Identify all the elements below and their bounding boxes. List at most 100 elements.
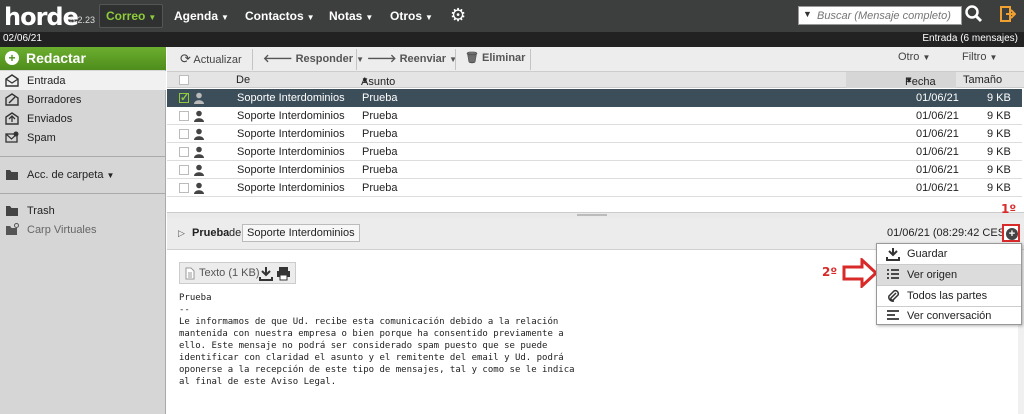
toolbar-separator [252, 49, 253, 70]
sidebar-item-borradores[interactable]: Borradores [0, 90, 166, 109]
reply-arrow-icon: 🡐 [263, 53, 293, 65]
chevron-down-icon: ▼ [306, 13, 315, 22]
search-icon[interactable] [964, 4, 984, 24]
table-row[interactable]: Soporte Interdominios Prueba 01/06/21 9 … [167, 161, 1022, 179]
row-size: 9 KB [987, 146, 1011, 158]
delete-button[interactable]: 🗑 Eliminar [465, 51, 525, 64]
reply-button[interactable]: 🡐 Responder ▼ [263, 51, 364, 65]
row-date: 01/06/21 [916, 182, 959, 194]
nav-notas[interactable]: Notas ▼ [329, 9, 373, 23]
nav-agenda[interactable]: Agenda ▼ [174, 9, 229, 23]
search-options-caret-icon[interactable]: ▼ [803, 9, 812, 19]
search-box[interactable]: ▼ [798, 6, 962, 25]
menu-item-todas-las-partes[interactable]: Todos las partes [877, 286, 1021, 306]
sidebar-item-spam[interactable]: Spam [0, 128, 166, 147]
row-subject: Prueba [362, 182, 398, 194]
logout-icon[interactable] [1000, 6, 1016, 22]
table-row[interactable]: Soporte Interdominios Prueba 01/06/21 9 … [167, 143, 1022, 161]
nav-correo[interactable]: Correo ▼ [106, 9, 156, 23]
menu-item-ver-conversacion[interactable]: Ver conversación [877, 306, 1021, 326]
sent-icon [5, 112, 19, 125]
plus-icon: + [5, 51, 19, 65]
preview-from-prefix: de [229, 227, 242, 239]
attachment-chip[interactable]: Texto (1 KB) [179, 262, 296, 284]
chevron-down-icon: ▼ [356, 55, 365, 64]
sidebar-item-enviados[interactable]: Enviados [0, 109, 166, 128]
message-actions-menu: Guardar Ver origen Todos las partes Ver … [876, 243, 1022, 325]
app-version: 5.2.23 [70, 15, 96, 25]
row-date: 01/06/21 [916, 110, 959, 122]
sidebar-item-carp-virtuales[interactable]: Carp Virtuales [0, 220, 166, 239]
print-icon[interactable] [276, 266, 291, 281]
top-navigation-bar: horde 5.2.23 Correo ▼ Agenda ▼ Contactos ▼ … [0, 0, 1024, 32]
filter-menu-button[interactable]: Filtro ▼ [962, 51, 997, 63]
sidebar-divider [0, 193, 166, 194]
body-line: mantenida con nuestra empresa o bien por… [179, 329, 564, 339]
sidebar-item-trash[interactable]: Trash [0, 201, 166, 220]
person-icon [194, 146, 204, 158]
other-menu-button[interactable]: Otro ▼ [898, 51, 930, 63]
search-input[interactable] [817, 8, 959, 23]
list-icon [887, 269, 899, 279]
body-line: identificar con claridad el asunto y el … [179, 353, 564, 363]
table-row[interactable]: Soporte Interdominios Prueba 01/06/21 9 … [167, 107, 1022, 125]
nav-contactos[interactable]: Contactos ▼ [245, 9, 315, 23]
preview-subject: Prueba [192, 227, 230, 239]
folder-actions-menu[interactable]: Acc. de carpeta ▼ [0, 165, 166, 184]
table-row[interactable]: Soporte Interdominios Prueba 01/06/21 9 … [167, 179, 1022, 197]
column-header-from[interactable]: De [236, 74, 250, 86]
gear-icon[interactable]: ⚙ [450, 5, 466, 26]
row-size: 9 KB [987, 164, 1011, 176]
folder-icon [6, 206, 18, 216]
forward-button[interactable]: 🡒 Reenviar ▼ [367, 51, 457, 65]
compose-button[interactable]: + Redactar [0, 47, 166, 70]
table-row[interactable]: Soporte Interdominios Prueba 01/06/21 9 … [167, 125, 1022, 143]
plus-circle-icon: + [1006, 228, 1018, 240]
splitter-grip[interactable] [577, 214, 607, 216]
row-checkbox[interactable] [179, 165, 189, 175]
row-size: 9 KB [987, 182, 1011, 194]
row-date: 01/06/21 [916, 164, 959, 176]
row-subject: Prueba [362, 110, 398, 122]
row-from: Soporte Interdominios [237, 164, 345, 176]
person-icon [194, 164, 204, 176]
row-checkbox[interactable] [179, 111, 189, 121]
table-row[interactable]: Soporte Interdominios Prueba 01/06/21 9 … [167, 89, 1022, 107]
chevron-down-icon: ▼ [922, 53, 931, 62]
sorted-column-highlight [846, 72, 956, 88]
sidebar: + Redactar Entrada Borradores Enviados S… [0, 47, 166, 414]
refresh-icon: ⟳ [180, 51, 191, 66]
row-from: Soporte Interdominios [237, 146, 345, 158]
expand-headers-icon[interactable]: ▷ [178, 228, 185, 239]
preview-from-address[interactable]: Soporte Interdominios [242, 224, 360, 242]
body-line: -- [179, 305, 190, 315]
row-checkbox[interactable] [179, 129, 189, 139]
sidebar-item-entrada[interactable]: Entrada [0, 71, 166, 90]
menu-item-ver-origen[interactable]: Ver origen [877, 265, 1021, 285]
download-icon[interactable] [259, 266, 273, 281]
refresh-button[interactable]: ⟳ Actualizar [180, 51, 242, 67]
row-subject: Prueba [362, 164, 398, 176]
nav-otros[interactable]: Otros ▼ [390, 9, 433, 23]
chevron-down-icon: ▼ [148, 13, 157, 22]
row-date: 01/06/21 [916, 92, 959, 104]
row-checkbox[interactable] [179, 183, 189, 193]
person-icon [194, 182, 204, 194]
message-list-header: De Asunto ▼ Fecha ▼ Tamaño [167, 72, 1024, 88]
person-icon [194, 92, 204, 104]
forward-arrow-icon: 🡒 [367, 53, 397, 65]
toolbar-separator [530, 49, 531, 70]
row-checkbox[interactable] [179, 91, 189, 104]
annotation-arrow-icon [842, 258, 878, 288]
horde-logo[interactable]: horde [4, 3, 79, 31]
row-date: 01/06/21 [916, 128, 959, 140]
body-line: ello. Este mensaje no podrá ser consider… [179, 341, 548, 351]
body-line: oponerse a la recepción de este tipo de … [179, 365, 575, 375]
menu-item-guardar[interactable]: Guardar [877, 244, 1021, 264]
column-header-size[interactable]: Tamaño [963, 74, 1002, 86]
select-all-checkbox[interactable] [179, 75, 189, 85]
row-size: 9 KB [987, 128, 1011, 140]
more-actions-button[interactable]: + [1002, 224, 1020, 242]
sidebar-divider [0, 156, 166, 157]
row-checkbox[interactable] [179, 147, 189, 157]
